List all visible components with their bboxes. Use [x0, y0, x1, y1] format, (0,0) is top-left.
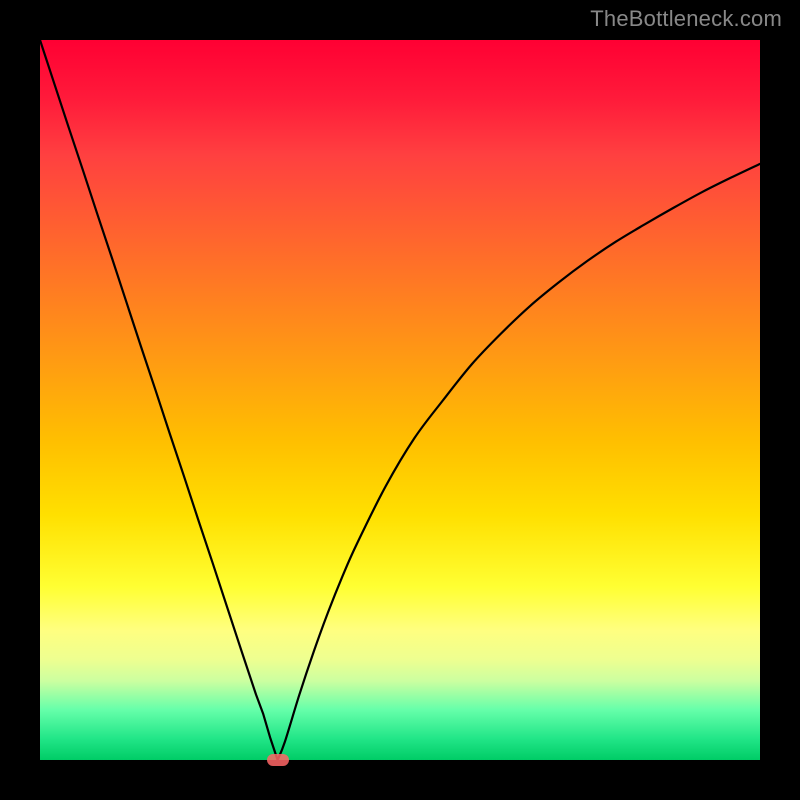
plot-area [40, 40, 760, 760]
watermark-text: TheBottleneck.com [590, 6, 782, 32]
minimum-marker [267, 754, 289, 766]
bottleneck-curve [40, 40, 760, 760]
chart-stage: TheBottleneck.com [0, 0, 800, 800]
